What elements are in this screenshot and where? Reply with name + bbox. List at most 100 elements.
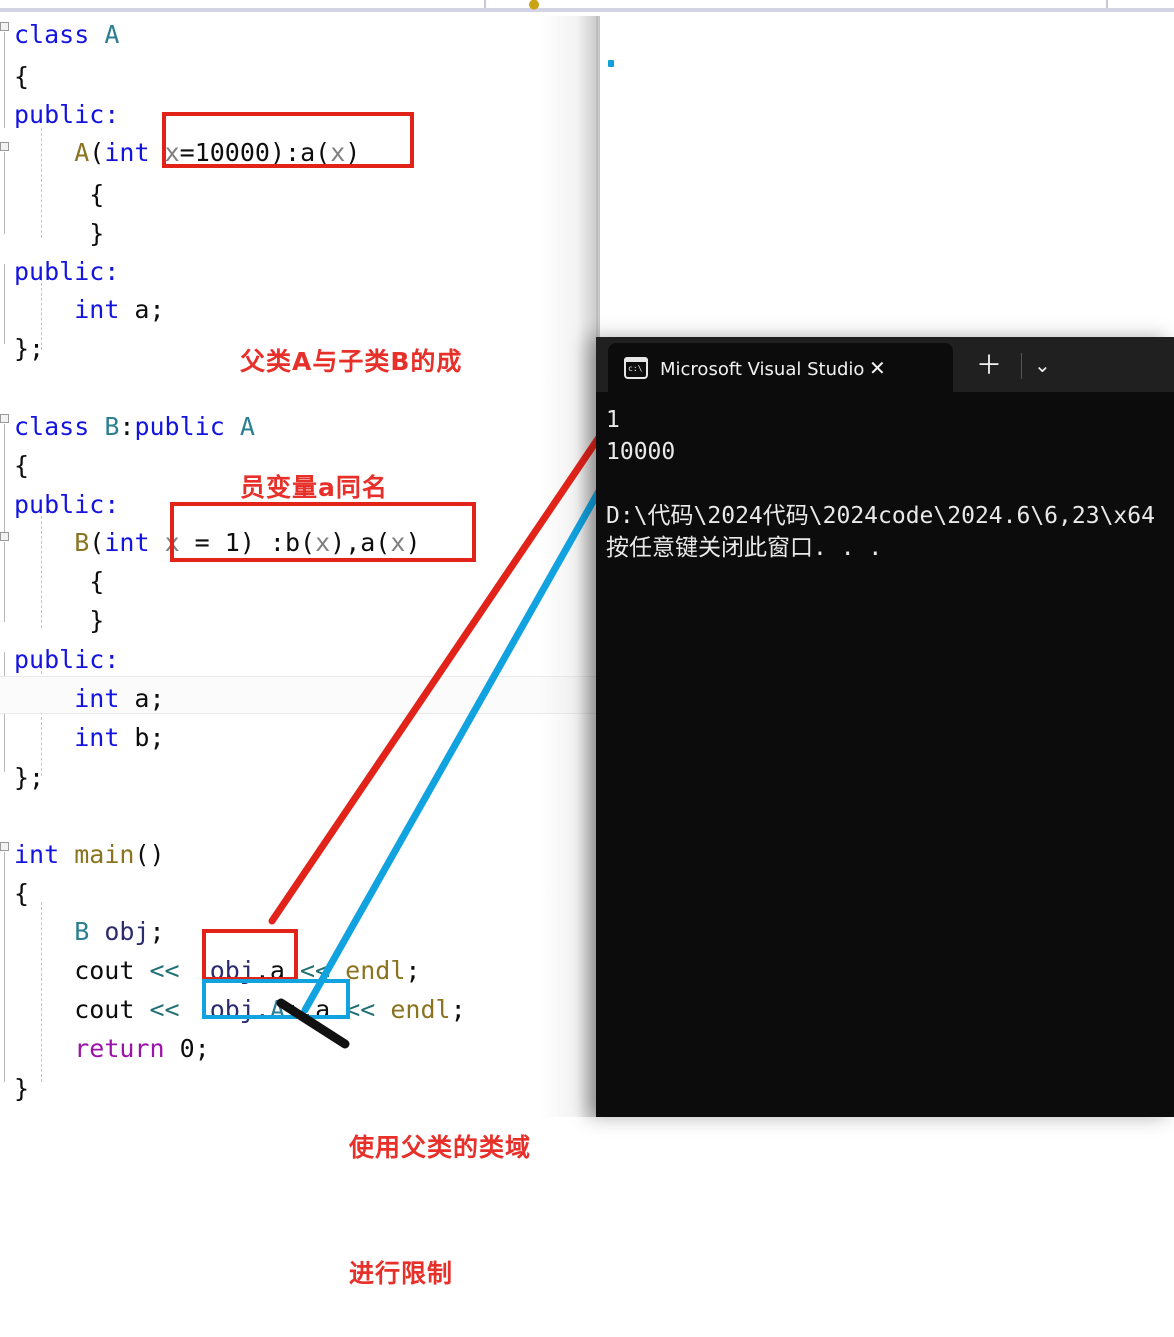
tabbar-divider <box>1021 353 1022 379</box>
code-token: B <box>74 917 90 946</box>
code-token: { <box>14 567 105 596</box>
code-line: B obj; <box>14 917 165 946</box>
code-token: : <box>119 412 135 441</box>
code-token: public: <box>14 490 120 519</box>
code-token: public: <box>14 100 120 129</box>
fold-marker[interactable] <box>0 532 9 541</box>
code-token: public <box>134 412 225 441</box>
fold-bracket-line <box>4 424 5 534</box>
console-output[interactable]: 1 10000 D:\代码\2024代码\2024code\2024.6\6,23… <box>596 392 1174 1117</box>
code-line: int b; <box>14 723 165 752</box>
code-line: } <box>14 1074 29 1103</box>
console-titlebar[interactable]: c:\ Microsoft Visual Studio 调试控 ✕ ＋ ⌄ <box>596 337 1174 392</box>
highlight-box-a-ctor-default <box>162 112 414 168</box>
fold-bracket-line <box>4 264 5 344</box>
console-output-line: 1 <box>606 407 620 433</box>
fold-marker[interactable] <box>0 142 9 151</box>
fold-bracket-line <box>4 852 5 1082</box>
code-token: }; <box>14 763 45 792</box>
code-token: B <box>104 412 120 441</box>
code-token: { <box>14 879 30 908</box>
console-tab-title: Microsoft Visual Studio 调试控 <box>660 358 865 380</box>
toolbar-divider-right <box>1106 0 1108 8</box>
highlight-box-obj-a <box>202 929 298 981</box>
fold-bracket-line <box>4 542 5 622</box>
caret-dot-icon <box>608 60 614 67</box>
code-token: } <box>14 219 105 248</box>
code-token: A <box>74 138 90 167</box>
code-line: { <box>14 879 29 908</box>
code-token: int <box>74 295 120 324</box>
lightbulb-icon[interactable]: ● <box>528 0 540 11</box>
code-token: ( <box>89 528 105 557</box>
code-token: a; <box>119 295 165 324</box>
code-token: obj <box>104 917 150 946</box>
code-line: { <box>14 567 104 596</box>
code-line: }; <box>14 334 44 363</box>
code-token: ( <box>89 138 105 167</box>
code-token: ; <box>149 917 165 946</box>
code-line: int main() <box>14 840 165 869</box>
code-token: int <box>104 528 150 557</box>
fold-gutter[interactable] <box>0 16 10 1117</box>
close-icon[interactable]: ✕ <box>869 358 886 378</box>
console-output-line: 按任意键关闭此窗口. . . <box>606 535 883 561</box>
code-line: }; <box>14 763 44 792</box>
code-line: int a; <box>14 684 165 713</box>
code-token: return <box>74 1034 165 1063</box>
fold-marker[interactable] <box>0 842 9 851</box>
annotation-note-top-line2: 员变量a同名 <box>240 473 388 502</box>
code-token: { <box>14 180 105 209</box>
fold-marker[interactable] <box>0 414 9 423</box>
annotation-note-bottom-line2: 进行限制 <box>349 1259 454 1288</box>
annotation-note-bottom: 使用父类的类域 进行限制 <box>349 1043 531 1337</box>
code-token: public: <box>14 645 120 674</box>
console-window[interactable]: c:\ Microsoft Visual Studio 调试控 ✕ ＋ ⌄ 11… <box>596 337 1174 1117</box>
fold-marker[interactable] <box>0 22 9 31</box>
code-token: A <box>104 20 120 49</box>
code-token: public: <box>14 257 120 286</box>
code-line: return 0; <box>14 1034 210 1063</box>
code-editor[interactable]: class A{public: A(int x=10000):a(x) { } p… <box>0 16 600 1117</box>
code-token: }; <box>14 334 45 363</box>
code-token: 0; <box>164 1034 210 1063</box>
console-output-line: D:\代码\2024代码\2024code\2024.6\6,23\x64 <box>606 503 1155 529</box>
code-token: B <box>74 528 90 557</box>
code-line: { <box>14 180 104 209</box>
code-line: { <box>14 451 29 480</box>
chevron-down-icon[interactable]: ⌄ <box>1034 355 1051 375</box>
code-token: } <box>14 606 105 635</box>
code-token: b; <box>119 723 165 752</box>
code-token: cout <box>14 956 150 985</box>
code-token: class <box>14 412 105 441</box>
code-line: } <box>14 606 104 635</box>
console-tab[interactable]: c:\ Microsoft Visual Studio 调试控 ✕ <box>608 343 953 392</box>
annotation-note-top-line1: 父类A与子类B的成 <box>240 347 463 376</box>
console-output-line: 10000 <box>606 439 676 465</box>
code-token: main <box>74 840 135 869</box>
fold-bracket-line <box>4 152 5 234</box>
code-line: class A <box>14 20 119 49</box>
code-token: endl <box>390 995 451 1024</box>
toolbar-divider-left <box>484 0 486 8</box>
code-token: endl <box>345 956 406 985</box>
code-token: } <box>14 1074 30 1103</box>
code-line: int a; <box>14 295 165 324</box>
annotation-note-bottom-line1: 使用父类的类域 <box>349 1133 532 1162</box>
new-tab-icon[interactable]: ＋ <box>976 353 1002 379</box>
code-line: public: <box>14 645 119 674</box>
code-line: public: <box>14 257 119 286</box>
code-token: a; <box>119 684 165 713</box>
code-token: ; <box>405 956 421 985</box>
highlight-box-obj-A-scope-a <box>202 979 350 1019</box>
fold-bracket-line <box>4 32 5 128</box>
code-token: << <box>149 995 180 1024</box>
